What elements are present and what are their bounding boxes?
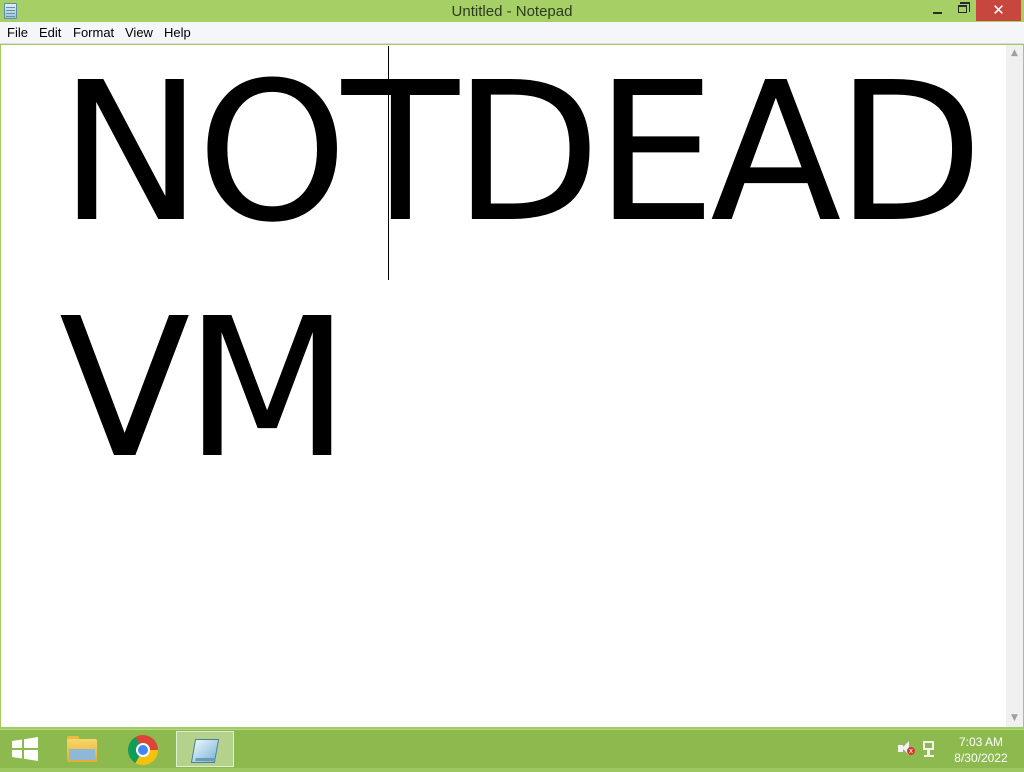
start-button[interactable]: [0, 730, 50, 768]
menu-file[interactable]: File: [7, 25, 28, 40]
minimize-icon: [933, 12, 942, 14]
taskbar: x 7:03 AM 8/30/2022: [0, 729, 1024, 768]
taskbar-notepad[interactable]: [176, 731, 234, 767]
close-icon: ✕: [992, 1, 1005, 19]
chrome-icon: [128, 735, 158, 765]
folder-icon: [67, 739, 97, 762]
network-icon[interactable]: [921, 740, 939, 758]
clock-time: 7:03 AM: [958, 735, 1004, 749]
scroll-up-arrow-icon[interactable]: ▲: [1006, 45, 1023, 62]
menu-format[interactable]: Format: [73, 25, 114, 40]
restore-button[interactable]: [950, 0, 976, 21]
volume-muted-icon[interactable]: x: [897, 740, 915, 758]
vertical-scrollbar[interactable]: ▲ ▼: [1006, 45, 1023, 727]
clock-date: 8/30/2022: [954, 751, 1008, 765]
minimize-button[interactable]: [924, 0, 950, 21]
text-line-2: VM: [59, 278, 350, 501]
taskbar-chrome[interactable]: [114, 731, 172, 767]
system-clock[interactable]: 7:03 AM 8/30/2022: [946, 734, 1016, 766]
menu-view[interactable]: View: [125, 25, 153, 40]
restore-icon: [958, 2, 970, 13]
menu-bar: File Edit Format View Help: [0, 22, 1024, 44]
notepad-window: Untitled - Notepad ✕ File Edit Format Vi…: [0, 0, 1024, 729]
menu-edit[interactable]: Edit: [39, 25, 61, 40]
text-line-1: NOTDEAD: [59, 45, 983, 265]
notepad-icon: [190, 739, 220, 763]
text-editor-area[interactable]: NOTDEAD VM: [1, 45, 1006, 727]
menu-help[interactable]: Help: [164, 25, 191, 40]
title-bar[interactable]: Untitled - Notepad ✕: [0, 0, 1024, 22]
scroll-down-arrow-icon[interactable]: ▼: [1006, 710, 1023, 727]
close-button[interactable]: ✕: [976, 0, 1021, 21]
window-title: Untitled - Notepad: [451, 3, 573, 20]
windows-logo-icon: [12, 737, 38, 761]
text-caret: [388, 46, 389, 280]
taskbar-file-explorer[interactable]: [52, 731, 110, 767]
